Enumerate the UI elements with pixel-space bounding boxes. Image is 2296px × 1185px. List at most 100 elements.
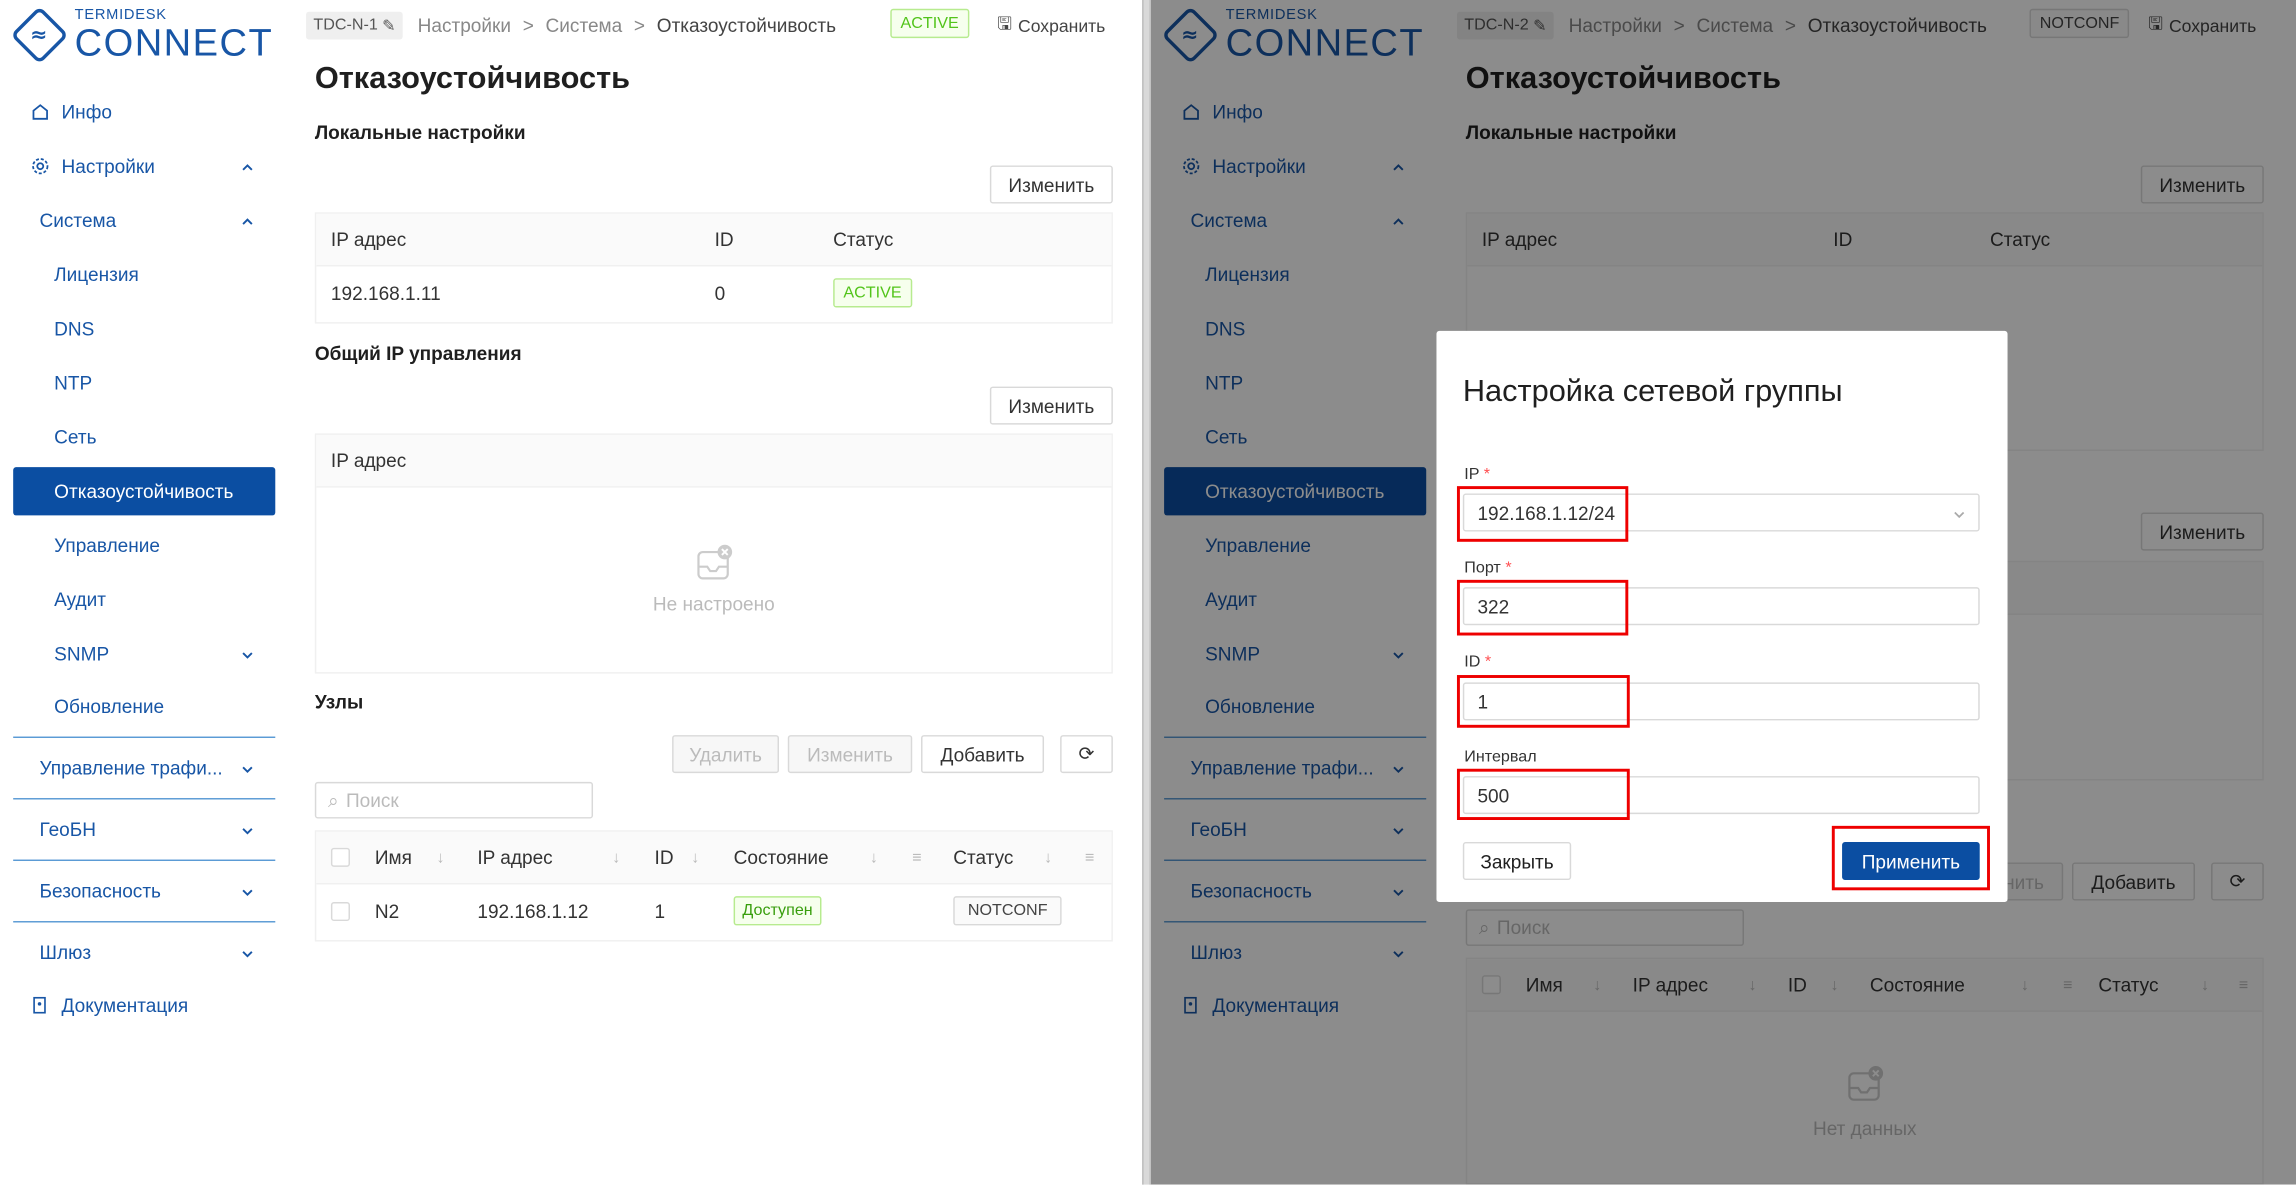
search-placeholder: Поиск xyxy=(345,789,399,812)
dialog-title: Настройка сетевой группы xyxy=(1462,374,1843,409)
nav-docs-label: Документация xyxy=(61,994,189,1017)
column-header[interactable]: ID xyxy=(655,846,674,868)
node-tag-label: TDC-N-1 xyxy=(313,16,378,34)
edit-mgmt-button[interactable]: Изменить xyxy=(989,386,1113,425)
sidebar-item-dns[interactable]: DNS xyxy=(13,305,275,353)
main-content: TDC-N-1 ✎ Настройки > Система > Отказоуст… xyxy=(306,0,1129,1185)
delete-node-button[interactable]: Удалить xyxy=(672,735,780,774)
chevron-down-icon xyxy=(242,951,253,958)
sidebar-item-label: Обновление xyxy=(54,695,165,718)
nav-system[interactable]: Система xyxy=(13,196,275,244)
column-header: IP адрес xyxy=(330,449,407,472)
sidebar-item-label: SNMP xyxy=(54,642,110,665)
chevron-down-icon xyxy=(242,889,253,897)
nav-security[interactable]: Безопасность xyxy=(13,867,275,915)
nav-label: Безопасность xyxy=(39,880,161,903)
required-mark: * xyxy=(1505,559,1512,577)
sort-icon[interactable]: ↓ xyxy=(870,849,878,867)
column-header[interactable]: IP адрес xyxy=(477,846,552,868)
sidebar: ≈ TERMIDESK CONNECT Инфо Настройки Систе… xyxy=(0,0,289,1185)
nav-info[interactable]: Инфо xyxy=(13,88,275,136)
chevron-up-icon xyxy=(242,218,253,225)
breadcrumb-separator: > xyxy=(633,13,646,36)
cell-ip: 192.168.1.12 xyxy=(477,900,589,923)
table-row[interactable]: N2 192.168.1.12 1 Доступен NOTCONF xyxy=(316,884,1111,938)
nav-docs[interactable]: Документация xyxy=(13,981,275,1029)
column-header: Статус xyxy=(833,228,894,251)
sidebar-item-license[interactable]: Лицензия xyxy=(13,250,275,298)
highlight-box xyxy=(1456,675,1630,728)
id-label: ID * xyxy=(1464,653,1491,671)
column-header[interactable]: Статус xyxy=(953,846,1013,868)
filter-icon[interactable]: ≡ xyxy=(912,849,921,867)
search-input[interactable]: ⌕ Поиск xyxy=(314,781,594,819)
mgmt-table: IP адрес Не настроено xyxy=(314,433,1113,674)
nav-settings[interactable]: Настройки xyxy=(13,142,275,190)
cell-id: 0 xyxy=(714,282,726,305)
sidebar-item-label: Аудит xyxy=(54,588,107,611)
page-title: Отказоустойчивость xyxy=(314,61,631,96)
nav-traffic[interactable]: Управление трафи... xyxy=(13,744,275,792)
chevron-down-icon xyxy=(1954,511,1965,519)
state-badge: Доступен xyxy=(733,896,822,926)
sidebar-item-network[interactable]: Сеть xyxy=(13,413,275,461)
sort-icon[interactable]: ↓ xyxy=(691,849,699,867)
sidebar-item-failover[interactable]: Отказоустойчивость xyxy=(13,467,276,516)
nodes-table: Имя ↓ IP адрес ↓ ID ↓ Состояние ↓ ≡ Стат… xyxy=(314,830,1113,942)
column-header: ID xyxy=(714,228,734,251)
interval-label: Интервал xyxy=(1464,748,1536,766)
highlight-box xyxy=(1456,486,1629,542)
empty-state-icon xyxy=(316,543,1111,588)
nav-settings-label: Настройки xyxy=(61,155,155,178)
nav-geobn[interactable]: ГеоБН xyxy=(13,805,275,853)
refresh-icon: ⟳ xyxy=(1078,742,1095,765)
row-checkbox[interactable] xyxy=(330,902,350,922)
ip-label: IP * xyxy=(1464,466,1490,484)
brand-big: CONNECT xyxy=(74,20,274,65)
table-row: 192.168.1.11 0 ACTIVE xyxy=(316,267,1111,321)
nav-info-label: Инфо xyxy=(61,101,112,124)
nav-label: ГеоБН xyxy=(39,818,97,841)
cell-id: 1 xyxy=(654,900,666,923)
breadcrumb-current: Отказоустойчивость xyxy=(656,13,837,36)
highlight-box xyxy=(1456,579,1629,636)
sidebar-item-label: Отказоустойчивость xyxy=(54,480,234,503)
refresh-button[interactable]: ⟳ xyxy=(1060,735,1113,774)
save-button[interactable]: 🖫 Сохранить xyxy=(997,10,1105,41)
divider xyxy=(13,859,276,862)
chevron-up-icon xyxy=(242,164,253,171)
sidebar-item-update[interactable]: Обновление xyxy=(13,682,275,730)
nav-gateway[interactable]: Шлюз xyxy=(13,928,275,976)
breadcrumb-item[interactable]: Настройки xyxy=(418,14,511,36)
status-badge: NOTCONF xyxy=(953,896,1063,926)
column-header: IP адрес xyxy=(330,228,407,251)
divider xyxy=(13,798,276,800)
split-divider[interactable] xyxy=(1142,0,1151,1185)
section-local-heading: Локальные настройки xyxy=(314,121,526,144)
home-icon xyxy=(29,102,50,123)
interval-label-text: Интервал xyxy=(1464,748,1537,766)
save-label: Сохранить xyxy=(1018,15,1106,36)
sidebar-item-management[interactable]: Управление xyxy=(13,521,275,569)
topbar: TDC-N-1 ✎ Настройки > Система > Отказоуст… xyxy=(306,7,1129,42)
sort-icon[interactable]: ↓ xyxy=(436,849,444,867)
add-node-button[interactable]: Добавить xyxy=(921,735,1045,774)
ip-label-text: IP xyxy=(1464,465,1480,484)
port-label: Порт * xyxy=(1464,559,1511,577)
node-tag[interactable]: TDC-N-1 ✎ xyxy=(306,10,404,39)
select-all-checkbox[interactable] xyxy=(330,847,350,867)
edit-node-button[interactable]: Изменить xyxy=(787,735,913,774)
column-header[interactable]: Состояние xyxy=(734,846,829,868)
sort-icon[interactable]: ↓ xyxy=(612,849,620,867)
sort-icon[interactable]: ↓ xyxy=(1044,849,1052,867)
filter-icon[interactable]: ≡ xyxy=(1085,849,1094,867)
edit-local-button[interactable]: Изменить xyxy=(989,165,1113,204)
close-button[interactable]: Закрыть xyxy=(1462,841,1572,881)
sidebar-item-ntp[interactable]: NTP xyxy=(13,359,275,407)
empty-state-text: Не настроено xyxy=(652,593,775,616)
document-icon xyxy=(29,995,50,1016)
column-header[interactable]: Имя xyxy=(375,846,412,868)
breadcrumb-item[interactable]: Система xyxy=(546,14,623,36)
sidebar-item-snmp[interactable]: SNMP xyxy=(13,630,275,678)
sidebar-item-audit[interactable]: Аудит xyxy=(13,575,275,623)
